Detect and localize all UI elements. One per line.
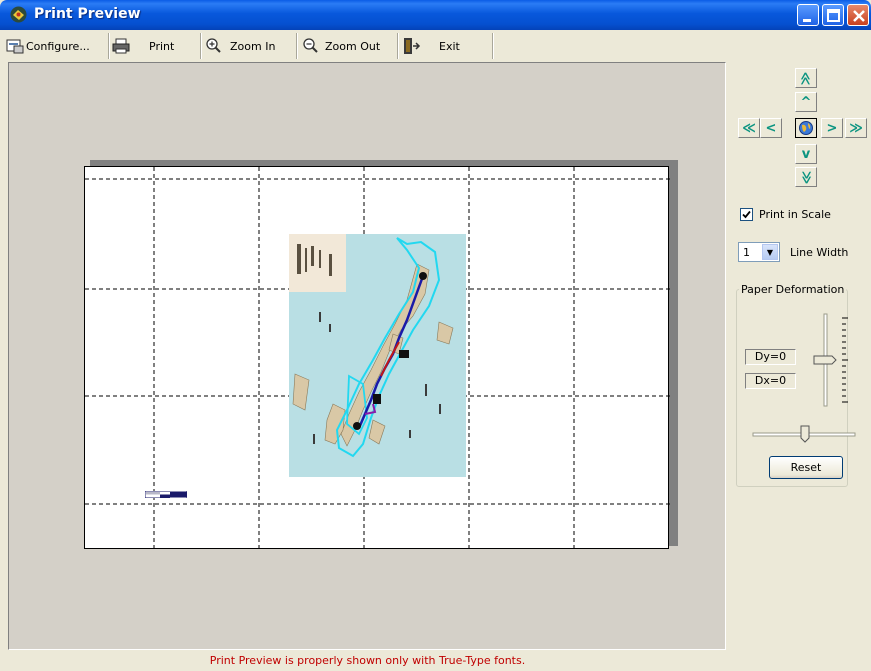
map-image: [289, 234, 466, 477]
zoom-in-button[interactable]: Zoom In: [204, 33, 297, 59]
nav-center-button[interactable]: [795, 118, 817, 138]
globe-icon: [799, 121, 813, 135]
double-chevron-left-icon: ≪: [742, 120, 756, 136]
status-message: Print Preview is properly shown only wit…: [209, 654, 526, 667]
minimize-icon: [803, 19, 811, 22]
print-button[interactable]: Print: [111, 33, 201, 59]
print-label: Print: [149, 39, 175, 53]
zoom-out-button[interactable]: Zoom Out: [301, 33, 398, 59]
configure-button[interactable]: Configure...: [5, 33, 109, 59]
chevron-down-icon: v: [801, 146, 811, 162]
print-in-scale-label: Print in Scale: [759, 208, 831, 221]
zoom-in-label: Zoom In: [230, 39, 276, 53]
close-icon: [853, 10, 865, 22]
nav-page-down-button[interactable]: ≫: [795, 167, 817, 187]
reset-button[interactable]: Reset: [769, 456, 843, 479]
line-width-select[interactable]: 1 ▼: [738, 242, 780, 262]
chevron-left-icon: <: [765, 120, 777, 136]
printer-setup-icon: [6, 39, 24, 54]
nav-left-button[interactable]: <: [760, 118, 782, 138]
dropdown-arrow-icon[interactable]: ▼: [762, 244, 778, 260]
preview-area[interactable]: [8, 62, 726, 650]
vertical-slider-thumb[interactable]: [813, 355, 837, 365]
exit-label: Exit: [439, 39, 460, 53]
magnifier-plus-icon: [206, 38, 221, 53]
line-width-value: 1: [743, 246, 750, 259]
paper-deformation-title: Paper Deformation: [739, 283, 847, 296]
dy-readout: Dy=0: [745, 349, 796, 365]
app-icon: [10, 6, 27, 23]
nav-far-right-button[interactable]: ≫: [845, 118, 867, 138]
print-in-scale-checkbox[interactable]: [740, 208, 753, 221]
line-width-label: Line Width: [790, 245, 849, 259]
preview-page: [84, 166, 670, 550]
nav-down-button[interactable]: v: [795, 144, 817, 164]
nav-up-button[interactable]: ^: [795, 92, 817, 112]
line-width-row: 1 ▼ Line Width: [738, 242, 848, 262]
print-preview-window: Print Preview Configure... Print Zoom In…: [0, 0, 871, 671]
horizontal-slider[interactable]: [751, 422, 857, 446]
nav-page-up-button[interactable]: ≫: [795, 68, 817, 88]
maximize-button[interactable]: [822, 4, 844, 26]
toolbar: Configure... Print Zoom In Zoom Out Exit: [5, 33, 495, 60]
horizontal-slider-thumb[interactable]: [800, 425, 810, 443]
navigation-pad: ≫ ^ ≪ < > ≫ v ≫: [738, 66, 871, 192]
exit-button[interactable]: Exit: [401, 33, 493, 59]
scale-bar: [145, 491, 187, 498]
exit-door-icon: [404, 38, 421, 54]
map-drawing: [289, 234, 466, 477]
window-title: Print Preview: [34, 6, 141, 22]
maximize-icon: [827, 9, 840, 22]
double-chevron-down-icon: ≫: [798, 170, 814, 184]
dx-readout: Dx=0: [745, 373, 796, 389]
magnifier-minus-icon: [303, 38, 318, 53]
printer-icon: [112, 38, 130, 54]
title-bar[interactable]: Print Preview: [0, 0, 871, 30]
zoom-out-label: Zoom Out: [325, 39, 381, 53]
checkmark-icon: [742, 210, 751, 219]
close-button[interactable]: [847, 4, 869, 26]
print-in-scale-row[interactable]: Print in Scale: [740, 208, 831, 221]
chevron-up-icon: ^: [800, 94, 812, 110]
double-chevron-right-icon: ≫: [849, 120, 863, 136]
configure-label: Configure...: [26, 39, 90, 53]
minimize-button[interactable]: [797, 4, 819, 26]
nav-far-left-button[interactable]: ≪: [738, 118, 760, 138]
vertical-slider[interactable]: [812, 312, 852, 408]
chevron-right-icon: >: [826, 120, 838, 136]
double-chevron-up-icon: ≫: [798, 71, 814, 85]
nav-right-button[interactable]: >: [821, 118, 843, 138]
